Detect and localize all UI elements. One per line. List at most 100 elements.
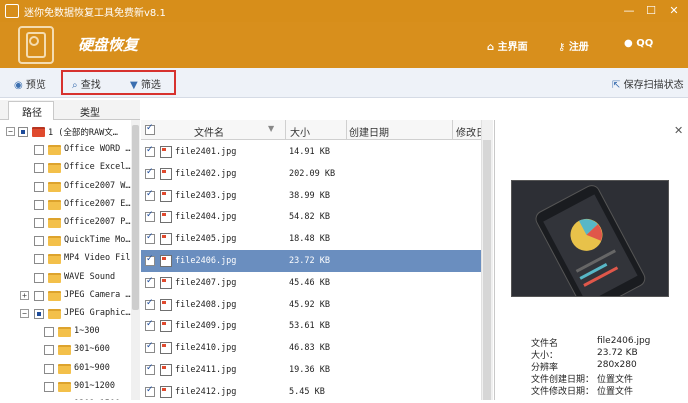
collapse-icon[interactable]: − [6, 127, 15, 136]
file-checkbox[interactable] [145, 232, 155, 245]
tree-checkbox[interactable] [34, 272, 44, 283]
column-size[interactable]: 大小 [290, 124, 310, 139]
tree-item[interactable]: Office Excel… [0, 159, 139, 177]
file-row[interactable]: file2410.jpg 46.83 KB [141, 337, 481, 359]
tree-item[interactable]: QuickTime Mo… [0, 232, 139, 250]
tab-path-label[interactable]: 路径 [22, 104, 42, 119]
tree-item[interactable]: WAVE Sound [0, 269, 139, 287]
file-checkbox[interactable] [145, 167, 155, 179]
file-row[interactable]: file2409.jpg 53.61 KB [141, 315, 481, 337]
drive-icon [32, 127, 45, 137]
file-row[interactable]: file2406.jpg 23.72 KB [141, 250, 481, 272]
tree-checkbox[interactable] [34, 163, 44, 174]
hard-disk-logo-icon [18, 26, 54, 64]
tree-item[interactable]: 1~300 [0, 323, 139, 341]
home-button[interactable]: ⌂ 主界面 [487, 38, 528, 53]
file-name: file2403.jpg [175, 190, 237, 201]
file-checkbox[interactable] [145, 145, 155, 157]
register-button[interactable]: ⚷ 注册 [558, 38, 589, 53]
tree-item-label: 301~600 [74, 344, 110, 355]
expand-icon[interactable]: + [20, 290, 29, 300]
tree-checkbox[interactable] [44, 345, 54, 356]
tree-checkbox[interactable] [44, 363, 54, 374]
file-row[interactable]: file2408.jpg 45.92 KB [141, 294, 481, 316]
preview-label: 预览 [25, 80, 46, 91]
tree-checkbox[interactable] [34, 145, 44, 156]
image-preview [511, 180, 669, 297]
file-checkbox[interactable] [145, 210, 155, 223]
file-checkbox[interactable] [145, 298, 155, 310]
image-file-icon [160, 167, 172, 180]
brand-title: 硬盘恢复 [78, 36, 139, 54]
file-checkbox[interactable] [145, 341, 155, 354]
tree-item[interactable]: Office2007 W… [0, 178, 139, 196]
file-row[interactable]: file2407.jpg 45.46 KB [141, 272, 481, 294]
file-size: 38.99 KB [289, 190, 330, 201]
tree-item[interactable]: Office2007 P… [0, 214, 139, 232]
tree-item[interactable]: Office2007 E… [0, 196, 139, 214]
info-key: 文件修改日期： [531, 387, 595, 397]
file-row[interactable]: file2404.jpg 54.82 KB [141, 206, 481, 228]
file-checkbox[interactable] [145, 276, 155, 288]
tree-item-label: 1~300 [74, 326, 100, 337]
file-checkbox[interactable] [145, 254, 155, 266]
column-created[interactable]: 创建日期 [349, 124, 389, 139]
title-bar: 迷你免数据恢复工具免费新v8.1 — ☐ ✕ [0, 0, 688, 22]
tree-item[interactable]: + JPEG Camera … [0, 287, 139, 305]
file-size: 18.48 KB [289, 234, 330, 245]
image-file-icon [160, 211, 172, 224]
tree-checkbox[interactable] [34, 199, 44, 210]
tree-item[interactable]: − 1 (全部的RAW文… [0, 123, 139, 141]
tree-item-label: WAVE Sound [64, 271, 116, 282]
qq-button[interactable]: ● QQ [624, 38, 653, 49]
folder-icon [48, 199, 61, 210]
tree-checkbox[interactable] [44, 381, 54, 392]
tree-item-label: Office2007 E… [64, 198, 131, 209]
tree-item-label: Office2007 W… [64, 180, 131, 191]
window-title: 迷你免数据恢复工具免费新v8.1 [24, 8, 166, 19]
column-name[interactable]: 文件名 [194, 124, 224, 139]
file-checkbox[interactable] [145, 363, 155, 375]
file-checkbox[interactable] [145, 189, 155, 201]
tree-item[interactable]: 601~900 [0, 360, 139, 378]
file-row[interactable]: file2401.jpg 14.91 KB [141, 141, 481, 163]
file-row[interactable]: file2405.jpg 18.48 KB [141, 228, 481, 250]
minimize-button[interactable]: — [618, 2, 640, 20]
save-scan-state-button[interactable]: ⇱ 保存扫描状态 [612, 76, 684, 91]
folder-icon [48, 181, 61, 192]
tree-item[interactable]: 901~1200 [0, 378, 139, 396]
maximize-button[interactable]: ☐ [640, 2, 662, 20]
tree-item[interactable]: − JPEG Graphic… [0, 305, 139, 323]
close-preview-icon[interactable]: ✕ [674, 124, 683, 137]
search-filter-highlight-box [61, 70, 176, 95]
tree-item[interactable]: 1201~1500 [0, 396, 139, 400]
tab-type[interactable]: 类型 [80, 104, 100, 119]
file-row[interactable]: file2411.jpg 19.36 KB [141, 359, 481, 381]
tree-checkbox[interactable] [34, 236, 44, 247]
tree-checkbox[interactable] [34, 181, 44, 192]
close-button[interactable]: ✕ [663, 2, 685, 20]
file-row[interactable]: file2412.jpg 5.45 KB [141, 381, 481, 403]
tree-item[interactable]: MP4 Video File [0, 250, 139, 268]
file-list-scroll-thumb[interactable] [483, 140, 491, 400]
tree-checkbox[interactable] [34, 290, 44, 301]
image-file-icon [160, 233, 172, 246]
collapse-icon[interactable]: − [20, 309, 29, 318]
file-row[interactable]: file2402.jpg 202.09 KB [141, 163, 481, 185]
tree-scroll-thumb[interactable] [132, 125, 139, 310]
folder-icon [58, 345, 71, 356]
tree-checkbox[interactable] [34, 254, 44, 265]
tree-item[interactable]: 301~600 [0, 341, 139, 359]
file-checkbox[interactable] [145, 319, 155, 332]
home-label: 主界面 [497, 42, 528, 53]
tree-checkbox[interactable] [34, 309, 44, 319]
file-row[interactable]: file2403.jpg 38.99 KB [141, 185, 481, 207]
tree-item[interactable]: Office WORD … [0, 141, 139, 159]
tree-checkbox[interactable] [44, 327, 54, 338]
preview-button[interactable]: ◉ 预览 [14, 76, 46, 91]
folder-icon [48, 218, 61, 228]
select-all-checkbox[interactable]: ✓ [145, 123, 155, 135]
tree-checkbox[interactable] [18, 127, 28, 137]
file-checkbox[interactable] [145, 385, 155, 397]
tree-checkbox[interactable] [34, 218, 44, 228]
